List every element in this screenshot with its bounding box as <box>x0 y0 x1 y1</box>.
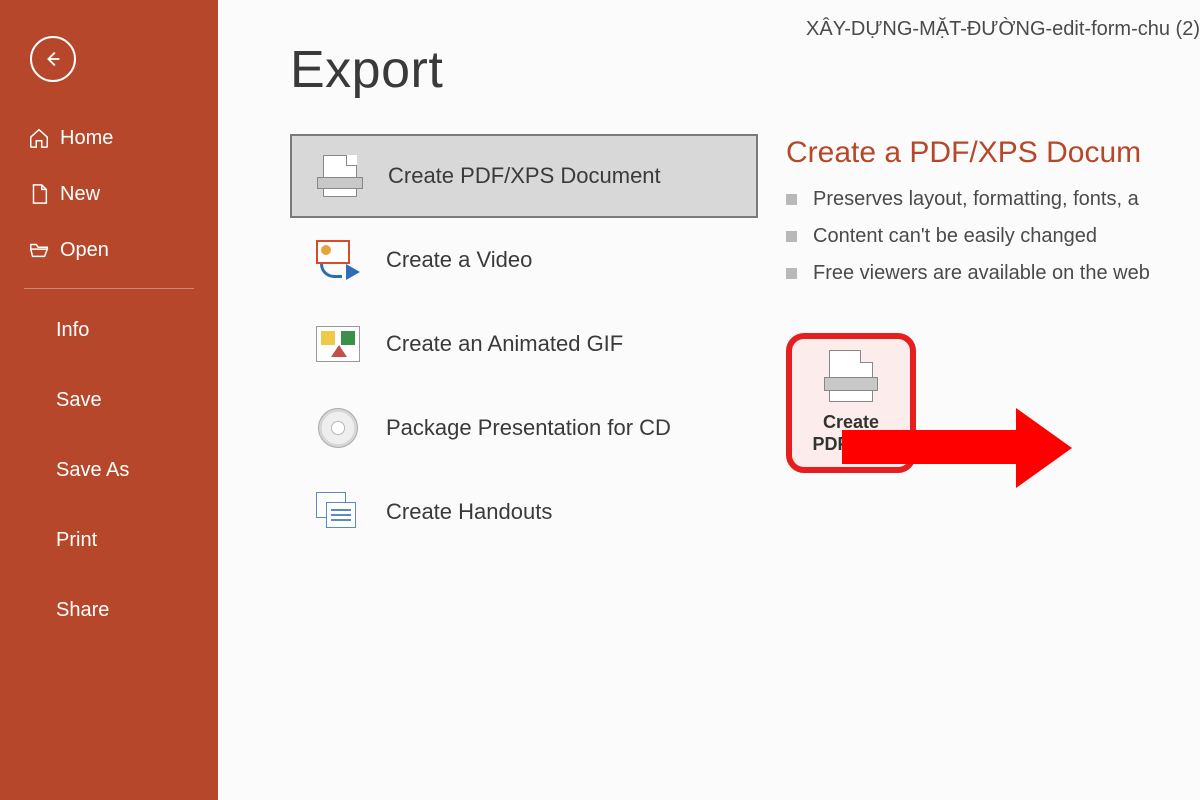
detail-bullet-list: Preserves layout, formatting, fonts, a C… <box>786 188 1200 285</box>
sidebar-item-save[interactable]: Save <box>56 365 218 435</box>
gif-icon <box>308 318 368 370</box>
back-button[interactable] <box>30 36 76 82</box>
pdf-document-icon <box>310 150 370 202</box>
sidebar-item-print[interactable]: Print <box>56 505 218 575</box>
export-option-gif[interactable]: Create an Animated GIF <box>290 302 758 386</box>
detail-title: Create a PDF/XPS Docum <box>786 136 1200 170</box>
handouts-icon <box>308 486 368 538</box>
create-pdf-xps-button[interactable]: Create PDF/XPS <box>786 333 916 473</box>
detail-bullet: Preserves layout, formatting, fonts, a <box>786 188 1200 211</box>
sidebar-item-label: Home <box>60 127 113 150</box>
export-options-list: Create PDF/XPS Document Create a Video C… <box>218 134 758 554</box>
page-title: Export <box>290 40 1200 100</box>
export-option-package-cd[interactable]: Package Presentation for CD <box>290 386 758 470</box>
export-option-label: Create an Animated GIF <box>386 331 623 357</box>
export-option-label: Create PDF/XPS Document <box>388 163 661 189</box>
cd-icon <box>308 402 368 454</box>
detail-bullet: Free viewers are available on the web <box>786 262 1200 285</box>
sidebar-item-label: Print <box>56 529 97 552</box>
export-option-video[interactable]: Create a Video <box>290 218 758 302</box>
home-icon <box>28 127 60 149</box>
backstage-sidebar: Home New Open Info Save Save As Print Sh… <box>0 0 218 800</box>
export-option-label: Create Handouts <box>386 499 552 525</box>
create-button-label: Create PDF/XPS <box>798 412 904 455</box>
sidebar-item-label: New <box>60 183 100 206</box>
new-icon <box>28 183 60 205</box>
sidebar-divider <box>24 288 194 289</box>
sidebar-item-label: Save As <box>56 459 129 482</box>
sidebar-item-label: Save <box>56 389 102 412</box>
document-title: XÂY-DỰNG-MẶT-ĐƯỜNG-edit-form-chu (2) <box>806 18 1200 41</box>
sidebar-item-info[interactable]: Info <box>56 295 218 365</box>
sidebar-item-label: Open <box>60 239 109 262</box>
export-option-handouts[interactable]: Create Handouts <box>290 470 758 554</box>
open-icon <box>28 239 60 261</box>
sidebar-item-home[interactable]: Home <box>28 110 218 166</box>
export-detail-panel: Create a PDF/XPS Docum Preserves layout,… <box>758 134 1200 554</box>
detail-bullet: Content can't be easily changed <box>786 225 1200 248</box>
sidebar-item-share[interactable]: Share <box>56 575 218 645</box>
back-arrow-icon <box>42 48 64 70</box>
sidebar-item-new[interactable]: New <box>28 166 218 222</box>
sidebar-item-label: Info <box>56 319 89 342</box>
sidebar-item-open[interactable]: Open <box>28 222 218 278</box>
export-option-pdf[interactable]: Create PDF/XPS Document <box>290 134 758 218</box>
main-panel: XÂY-DỰNG-MẶT-ĐƯỜNG-edit-form-chu (2) Exp… <box>218 0 1200 800</box>
sidebar-item-save-as[interactable]: Save As <box>56 435 218 505</box>
sidebar-item-label: Share <box>56 599 109 622</box>
export-option-label: Package Presentation for CD <box>386 415 671 441</box>
pdf-document-icon <box>829 350 873 402</box>
video-icon <box>308 234 368 286</box>
export-option-label: Create a Video <box>386 247 532 273</box>
